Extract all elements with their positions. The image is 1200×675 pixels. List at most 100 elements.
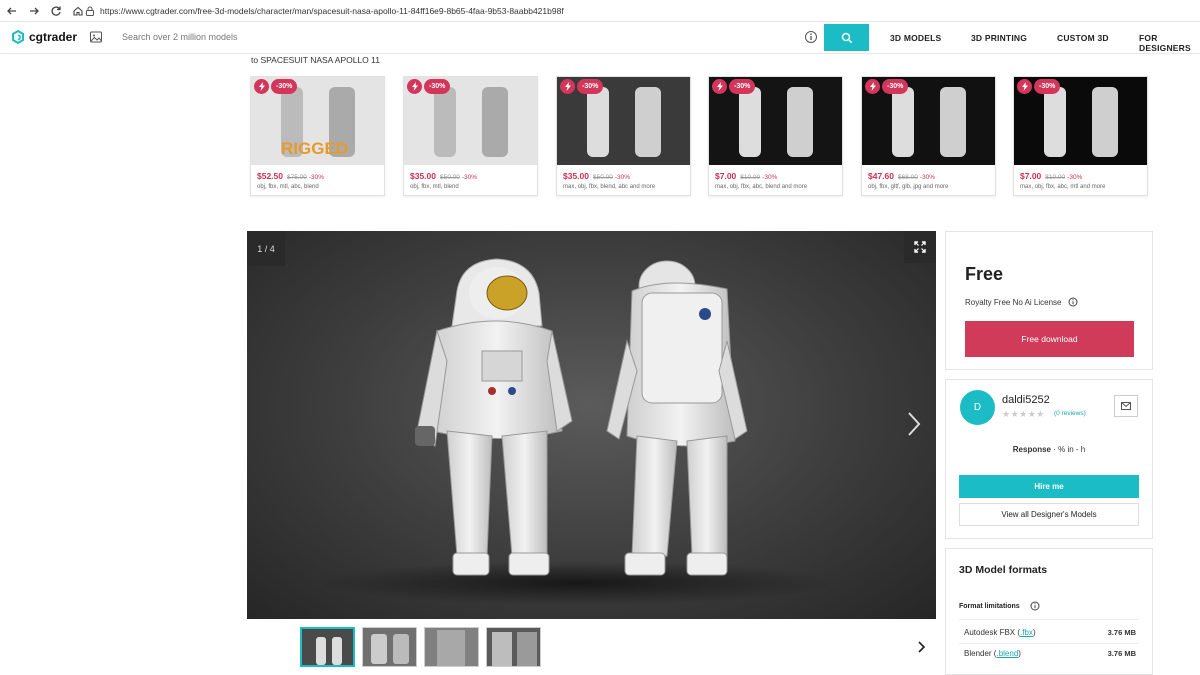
thumbnail-3[interactable] [424, 627, 479, 667]
bolt-icon [712, 79, 727, 94]
discount-badge: -30% [424, 79, 451, 94]
price: $35.00 $50.00 -30% [563, 171, 631, 181]
search-button[interactable] [824, 24, 869, 51]
formats-list: max, obj, fbx, abc, mtl and more [1020, 184, 1106, 190]
model-viewer[interactable]: 1 / 4 [247, 231, 936, 619]
divider [959, 619, 1139, 620]
format-row: Autodesk FBX (.fbx) 3.76 MB [964, 628, 1136, 637]
related-model-card[interactable]: RIGGED -30% $52.50 $75.00 -30% obj, fbx, mtl,… [250, 76, 385, 196]
old-price: $10.00 [1045, 174, 1066, 181]
response-time: Response · % in - h [1012, 445, 1086, 454]
format-row: Blender (.blend) 3.76 MB [964, 649, 1136, 658]
related-thumbnail[interactable] [862, 77, 995, 165]
format-size: 3.76 MB [1107, 649, 1136, 658]
info-icon[interactable] [1030, 601, 1040, 611]
thumbnail-4[interactable] [486, 627, 541, 667]
discount-percent: -30% [1067, 174, 1083, 181]
formats-list: max, obj, fbx, abc, blend and more [715, 184, 808, 190]
price: $7.00 $10.00 -30% [715, 171, 778, 181]
thumbnail-1[interactable] [300, 627, 355, 667]
price: $47.60 $68.00 -30% [868, 171, 936, 181]
formats-list: obj, fbx, mtl, abc, blend [257, 184, 319, 190]
license-info: Royalty Free No Ai License [965, 297, 1078, 307]
bolt-icon [560, 79, 575, 94]
info-icon[interactable] [1068, 297, 1078, 307]
nav-3d-models[interactable]: 3D MODELS [890, 33, 941, 43]
discount-percent: -30% [762, 174, 778, 181]
discount-badge: -30% [882, 79, 909, 94]
license-text[interactable]: Royalty Free No Ai License [965, 298, 1062, 307]
formats-title: 3D Model formats [959, 564, 1048, 576]
thumbnails-next-icon[interactable] [914, 640, 928, 654]
discount-percent: -30% [308, 174, 325, 181]
discount-badge: -30% [1034, 79, 1061, 94]
old-price: $68.00 [898, 174, 918, 181]
thumbnail-image [587, 87, 661, 157]
purchase-panel: Free Royalty Free No Ai License Free dow… [945, 231, 1153, 370]
related-model-card[interactable]: -30% $7.00 $10.00 -30% max, obj, fbx, abc, b… [708, 76, 843, 196]
site-header: cgtrader Search over 2 million models 3D… [0, 22, 1200, 54]
search-input[interactable]: Search over 2 million models [122, 32, 238, 42]
bolt-icon [1017, 79, 1032, 94]
format-ext-link[interactable]: .blend [996, 649, 1018, 658]
logo-text: cgtrader [29, 30, 78, 44]
thumbnail-image [1044, 87, 1118, 157]
related-model-card[interactable]: -30% $35.00 $50.00 -30% obj, fbx, mtl, blend [403, 76, 538, 196]
designer-panel: D daldi5252 ★★★★★ (0 reviews) Response ·… [945, 379, 1153, 539]
browser-toolbar: https://www.cgtrader.com/free-3d-models/… [0, 0, 1200, 22]
url-text: https://www.cgtrader.com/free-3d-models/… [100, 5, 564, 16]
discount-badge: -30% [577, 79, 604, 94]
related-model-card[interactable]: -30% $7.00 $10.00 -30% max, obj, fbx, abc, m… [1013, 76, 1148, 196]
related-title: to SPACESUIT NASA APOLLO 11 [251, 55, 380, 65]
format-size: 3.76 MB [1107, 628, 1136, 637]
chevron-right-icon[interactable] [903, 409, 925, 439]
formats-panel: 3D Model formats Format limitations Auto… [945, 548, 1153, 675]
avatar[interactable]: D [960, 390, 995, 425]
thumbnail-2[interactable] [362, 627, 417, 667]
discount-percent: -30% [919, 174, 936, 181]
formats-list: max, obj, fbx, blend, abc and more [563, 184, 656, 190]
thumbnail-image [892, 87, 966, 157]
related-model-card[interactable]: -30% $47.60 $68.00 -30% obj, fbx, gltf, glb,… [861, 76, 996, 196]
nav-3d-printing[interactable]: 3D PRINTING [971, 33, 1027, 43]
price-label: Free [965, 264, 1004, 284]
related-thumbnail[interactable]: RIGGED [251, 77, 384, 165]
logo[interactable]: cgtrader [11, 30, 77, 44]
designer-name[interactable]: daldi5252 [1002, 394, 1050, 406]
old-price: $10.00 [740, 174, 761, 181]
hire-me-button[interactable]: Hire me [959, 475, 1139, 498]
divider [959, 643, 1139, 644]
forward-icon[interactable] [24, 1, 44, 21]
thumbnail-image [434, 87, 508, 157]
related-thumbnail[interactable] [709, 77, 842, 165]
back-icon[interactable] [2, 1, 22, 21]
image-search-icon[interactable] [89, 30, 103, 44]
logo-icon [12, 30, 24, 44]
nav-for-designers[interactable]: FOR DESIGNERS [1139, 33, 1200, 53]
related-thumbnail[interactable] [404, 77, 537, 165]
discount-badge: -30% [729, 79, 756, 94]
info-icon[interactable] [804, 30, 818, 44]
mail-icon [1121, 402, 1131, 410]
bolt-icon [254, 79, 269, 94]
related-model-card[interactable]: -30% $35.00 $50.00 -30% max, obj, fbx, blend… [556, 76, 691, 196]
bolt-icon [865, 79, 880, 94]
free-download-button[interactable]: Free download [965, 321, 1134, 357]
reviews-link[interactable]: (0 reviews) [1054, 410, 1086, 417]
related-thumbnail[interactable] [1014, 77, 1147, 165]
old-price: $75.00 [287, 174, 307, 181]
nav-custom-3d[interactable]: CUSTOM 3D [1057, 33, 1109, 43]
format-limitations: Format limitations [959, 601, 1040, 611]
address-bar[interactable]: https://www.cgtrader.com/free-3d-models/… [84, 2, 1194, 19]
formats-list: obj, fbx, gltf, glb, jpg and more [868, 184, 949, 190]
message-button[interactable] [1114, 395, 1138, 417]
view-all-models-button[interactable]: View all Designer's Models [959, 503, 1139, 526]
reload-icon[interactable] [46, 1, 66, 21]
related-thumbnail[interactable] [557, 77, 690, 165]
expand-icon[interactable] [904, 231, 936, 263]
lock-icon[interactable] [84, 5, 96, 17]
format-ext-link[interactable]: .fbx [1020, 628, 1033, 637]
search-icon [841, 32, 852, 43]
rating-stars: ★★★★★ [1002, 409, 1045, 419]
astronaut-render [317, 258, 837, 605]
